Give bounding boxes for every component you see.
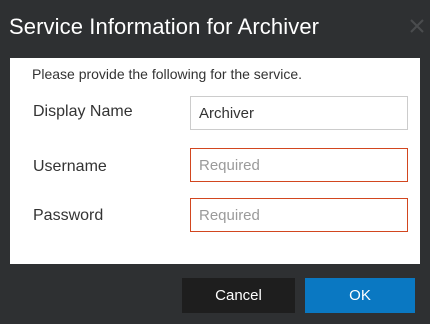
close-button[interactable] (404, 9, 430, 43)
password-label: Password (33, 207, 104, 224)
username-label: Username (33, 158, 107, 175)
cancel-button[interactable]: Cancel (182, 278, 295, 313)
intro-text: Please provide the following for the ser… (32, 66, 303, 82)
dialog-body: Please provide the following for the ser… (0, 58, 430, 264)
display-name-field[interactable] (190, 96, 408, 130)
dialog-titlebar: Service Information for Archiver (0, 0, 430, 58)
ok-button[interactable]: OK (305, 278, 415, 313)
service-information-dialog: Service Information for Archiver Please … (0, 0, 430, 324)
dialog-title: Service Information for Archiver (9, 14, 320, 39)
dialog-footer: Cancel OK (0, 264, 430, 324)
password-field[interactable] (190, 198, 408, 232)
close-icon (410, 19, 424, 33)
username-field[interactable] (190, 148, 408, 182)
display-name-label: Display Name (33, 103, 133, 120)
